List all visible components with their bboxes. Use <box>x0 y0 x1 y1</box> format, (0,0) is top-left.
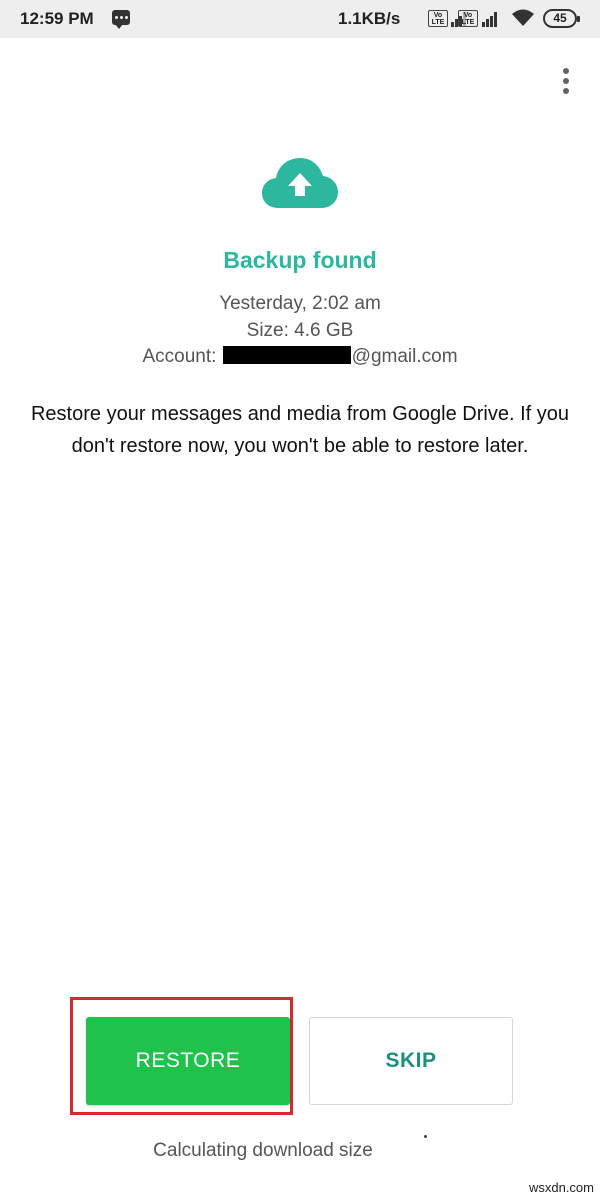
restore-button[interactable]: RESTORE <box>86 1017 290 1105</box>
skip-button[interactable]: SKIP <box>309 1017 513 1105</box>
status-time: 12:59 PM <box>20 9 94 28</box>
backup-size: Size: 4.6 GB <box>246 320 354 341</box>
volte-icon: Vo LTE <box>428 10 448 27</box>
backup-title: Backup found <box>223 247 377 273</box>
download-size-status: Calculating download size <box>153 1140 373 1161</box>
account-label: Account: <box>142 346 217 367</box>
volte-icon: Vo LTE <box>458 10 478 27</box>
progress-spinner <box>424 1135 427 1138</box>
restore-description: Restore your messages and media from Goo… <box>30 403 570 457</box>
signal-icon <box>482 10 500 27</box>
backup-account: Account: @gmail.com <box>0 346 600 368</box>
backup-date: Yesterday, 2:02 am <box>219 293 381 314</box>
network-speed: 1.1KB/s <box>338 9 401 28</box>
wifi-icon <box>512 9 534 26</box>
chat-notification-icon <box>112 10 130 29</box>
watermark: wsxdn.com <box>528 1180 594 1195</box>
cloud-upload-icon <box>262 158 338 208</box>
redacted-email <box>222 346 351 364</box>
battery-icon: 45 <box>543 9 580 28</box>
more-vert-icon[interactable] <box>552 64 580 98</box>
status-bar: 12:59 PM 1.1KB/s Vo LTE Vo LTE 45 <box>0 0 600 38</box>
account-domain: @gmail.com <box>351 346 458 367</box>
